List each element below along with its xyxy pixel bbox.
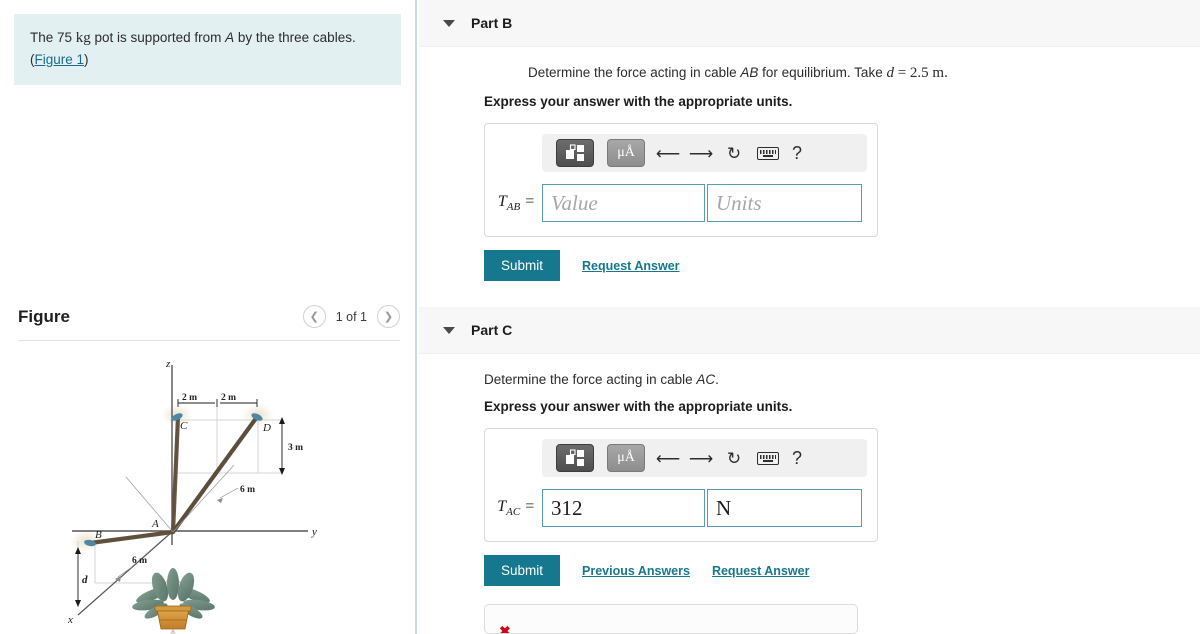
dim-6m-y: 6 m xyxy=(240,485,255,495)
label-c: C xyxy=(180,420,188,432)
part-c-previous-answers-link[interactable]: Previous Answers xyxy=(582,564,690,578)
figure-1-link[interactable]: Figure 1 xyxy=(35,52,85,67)
part-c-units-input[interactable] xyxy=(707,489,862,527)
reset-circular-arrow-icon[interactable]: ↻ xyxy=(724,450,744,467)
math-template-icon[interactable] xyxy=(556,139,594,167)
right-panel: Part B Determine the force acting in cab… xyxy=(419,0,1200,634)
part-c-feedback-box: ✖ xyxy=(484,604,858,634)
problem-statement: The 75 kg pot is supported from A by the… xyxy=(14,14,401,86)
problem-text-suffix: by the three cables. xyxy=(234,30,356,45)
figure-diagram[interactable]: z y x C D B A 2 m 2 m 3 m 6 m 6 m d xyxy=(60,355,360,634)
problem-point-a: A xyxy=(225,30,235,45)
keyboard-icon[interactable] xyxy=(757,451,779,465)
dim-2m-right: 2 m xyxy=(221,393,236,403)
part-b-units-input[interactable] xyxy=(707,184,862,222)
part-b-actions: Submit Request Answer xyxy=(484,250,1200,281)
redo-arrow-icon[interactable]: ⟶ xyxy=(689,145,713,162)
units-micro-angstrom-icon[interactable]: μÅ xyxy=(607,139,645,167)
equals-sign: = xyxy=(893,65,910,81)
part-b-variable-label: TAB = xyxy=(497,193,542,213)
chevron-left-icon[interactable]: ❮ xyxy=(302,305,326,328)
figure-divider xyxy=(18,340,400,341)
caret-down-icon[interactable] xyxy=(443,326,455,334)
dim-6m-x: 6 m xyxy=(132,556,147,566)
part-c-label: Part C xyxy=(471,322,513,338)
question-pre: Determine the force acting in cable xyxy=(484,372,697,387)
paren-close: ) xyxy=(84,51,89,67)
undo-arrow-icon[interactable]: ⟵ xyxy=(656,450,680,467)
math-template-icon[interactable] xyxy=(556,444,594,472)
part-b-header[interactable]: Part B xyxy=(419,0,1200,47)
part-b-input-row: TAB = xyxy=(497,184,865,222)
part-c-answer-box: μÅ ⟵ ⟶ ↻ ? TAC = xyxy=(484,428,878,542)
y-axis-label: y xyxy=(311,526,317,538)
part-b-value-input[interactable] xyxy=(542,184,705,222)
keyboard-icon[interactable] xyxy=(757,146,779,160)
part-c-question: Determine the force acting in cable AC. xyxy=(484,354,1200,387)
z-axis-label: z xyxy=(165,358,171,370)
left-panel: The 75 kg pot is supported from A by the… xyxy=(0,0,417,634)
chevron-right-icon[interactable]: ❯ xyxy=(377,305,400,328)
figure-header: Figure ❮ 1 of 1 ❯ xyxy=(18,305,400,328)
part-c-input-row: TAC = xyxy=(497,489,865,527)
part-b-toolbar: μÅ ⟵ ⟶ ↻ ? xyxy=(542,134,867,172)
part-c-express-units: Express your answer with the appropriate… xyxy=(484,399,793,414)
part-b-label: Part B xyxy=(471,15,513,31)
var-equals: = xyxy=(520,192,535,210)
reset-circular-arrow-icon[interactable]: ↻ xyxy=(724,145,744,162)
label-b: B xyxy=(95,529,102,541)
question-pre: Determine the force acting in cable xyxy=(528,65,741,80)
caret-down-icon[interactable] xyxy=(443,19,455,27)
mastering-physics-page: The 75 kg pot is supported from A by the… xyxy=(0,0,1200,634)
dim-2m-left: 2 m xyxy=(182,393,197,403)
part-c-toolbar: μÅ ⟵ ⟶ ↻ ? xyxy=(542,439,867,477)
part-b-question: Determine the force acting in cable AB f… xyxy=(484,47,1200,82)
part-c-variable-label: TAC = xyxy=(497,498,542,518)
problem-text-mid: pot is supported from xyxy=(90,30,226,45)
part-b-submit-button[interactable]: Submit xyxy=(484,250,561,281)
problem-text-prefix: The 75 xyxy=(30,30,76,45)
part-c-header[interactable]: Part C xyxy=(419,307,1200,354)
dim-3m: 3 m xyxy=(288,443,303,453)
var-t: T xyxy=(497,497,507,515)
figure-nav: ❮ 1 of 1 ❯ xyxy=(302,305,400,328)
part-c-actions: Submit Previous Answers Request Answer xyxy=(484,555,1200,586)
variable-d: d xyxy=(886,65,894,81)
part-b-answer-box: μÅ ⟵ ⟶ ↻ ? TAB = xyxy=(484,123,878,237)
units-micro-angstrom-icon[interactable]: μÅ xyxy=(607,444,645,472)
help-icon[interactable]: ? xyxy=(792,143,802,164)
var-equals: = xyxy=(520,497,535,515)
label-a: A xyxy=(151,518,159,530)
question-mid: . xyxy=(715,372,719,387)
plant-pot-illustration xyxy=(132,568,215,634)
part-c-value-input[interactable] xyxy=(542,489,705,527)
var-t: T xyxy=(497,192,507,210)
part-c-request-answer-link[interactable]: Request Answer xyxy=(712,564,809,578)
question-mid: for equilibrium. Take xyxy=(758,65,887,80)
part-c-body: Determine the force acting in cable AC. … xyxy=(419,354,1200,634)
part-c-submit-button[interactable]: Submit xyxy=(484,555,561,586)
label-d: D xyxy=(262,422,271,434)
var-sub-ac: AC xyxy=(506,506,521,519)
part-b-body: Determine the force acting in cable AB f… xyxy=(419,47,1200,281)
d-value: 2.5 m. xyxy=(909,65,948,81)
dim-d: d xyxy=(82,574,88,586)
part-b-express-units: Express your answer with the appropriate… xyxy=(484,94,793,109)
problem-unit-kg: kg xyxy=(75,30,91,46)
error-x-icon: ✖ xyxy=(499,623,511,634)
x-axis-label: x xyxy=(67,614,73,626)
cable-ab: AB xyxy=(740,65,759,80)
redo-arrow-icon[interactable]: ⟶ xyxy=(689,450,713,467)
figure-title: Figure xyxy=(18,306,70,326)
help-icon[interactable]: ? xyxy=(792,448,802,469)
undo-arrow-icon[interactable]: ⟵ xyxy=(656,145,680,162)
figure-count: 1 of 1 xyxy=(335,309,367,324)
var-sub-ab: AB xyxy=(506,201,521,214)
part-b-request-answer-link[interactable]: Request Answer xyxy=(582,259,679,273)
cable-ac: AC xyxy=(696,372,716,387)
